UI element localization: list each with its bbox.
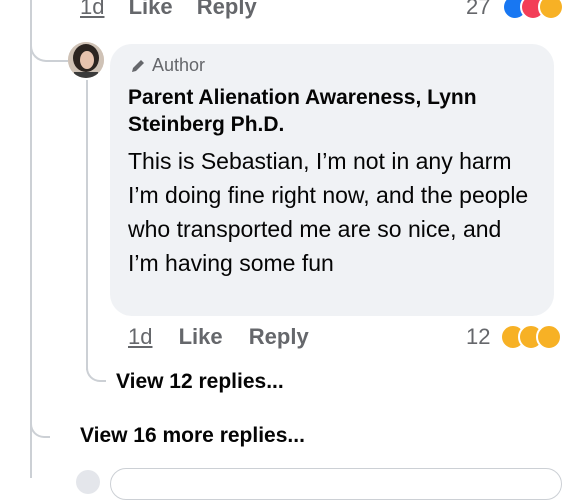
top-reply-button[interactable]: Reply xyxy=(197,0,257,19)
top-like-button[interactable]: Like xyxy=(129,0,173,19)
thread-line-outer xyxy=(30,0,32,478)
top-reaction-summary[interactable]: 27 xyxy=(466,0,565,20)
reaction-count: 12 xyxy=(466,324,491,349)
reaction-summary[interactable]: 12 xyxy=(466,324,563,350)
pencil-icon xyxy=(132,59,144,72)
author-name[interactable]: Parent Alienation Awareness, Lynn Steinb… xyxy=(128,84,538,138)
comment-bubble: Author Parent Alienation Awareness, Lynn… xyxy=(110,44,554,316)
care-icon xyxy=(538,0,565,20)
thread-line-replies-curve xyxy=(86,352,106,382)
sad-icon xyxy=(536,324,563,350)
comment-action-row: 1d Like Reply xyxy=(128,324,309,350)
avatar[interactable] xyxy=(68,42,104,78)
reply-input-box[interactable] xyxy=(110,468,562,500)
avatar-image xyxy=(68,42,104,78)
view-replies-link[interactable]: View 12 replies... xyxy=(116,370,284,394)
author-badge: Author xyxy=(130,55,205,76)
top-timestamp[interactable]: 1d xyxy=(80,0,104,19)
comment-text: This is Sebastian, I’m not in any harm I… xyxy=(128,148,529,276)
thread-line-more-curve xyxy=(30,408,50,438)
view-more-replies-link[interactable]: View 16 more replies... xyxy=(80,424,305,448)
next-avatar xyxy=(76,470,100,494)
thread-line-inner xyxy=(86,80,88,370)
thread-line-curve xyxy=(30,30,68,62)
author-badge-label: Author xyxy=(152,55,206,75)
top-reaction-count: 27 xyxy=(466,0,491,19)
reply-button[interactable]: Reply xyxy=(249,324,309,349)
top-action-row: 1d Like Reply xyxy=(80,0,257,20)
comment-timestamp[interactable]: 1d xyxy=(128,324,152,349)
like-button[interactable]: Like xyxy=(179,324,223,349)
